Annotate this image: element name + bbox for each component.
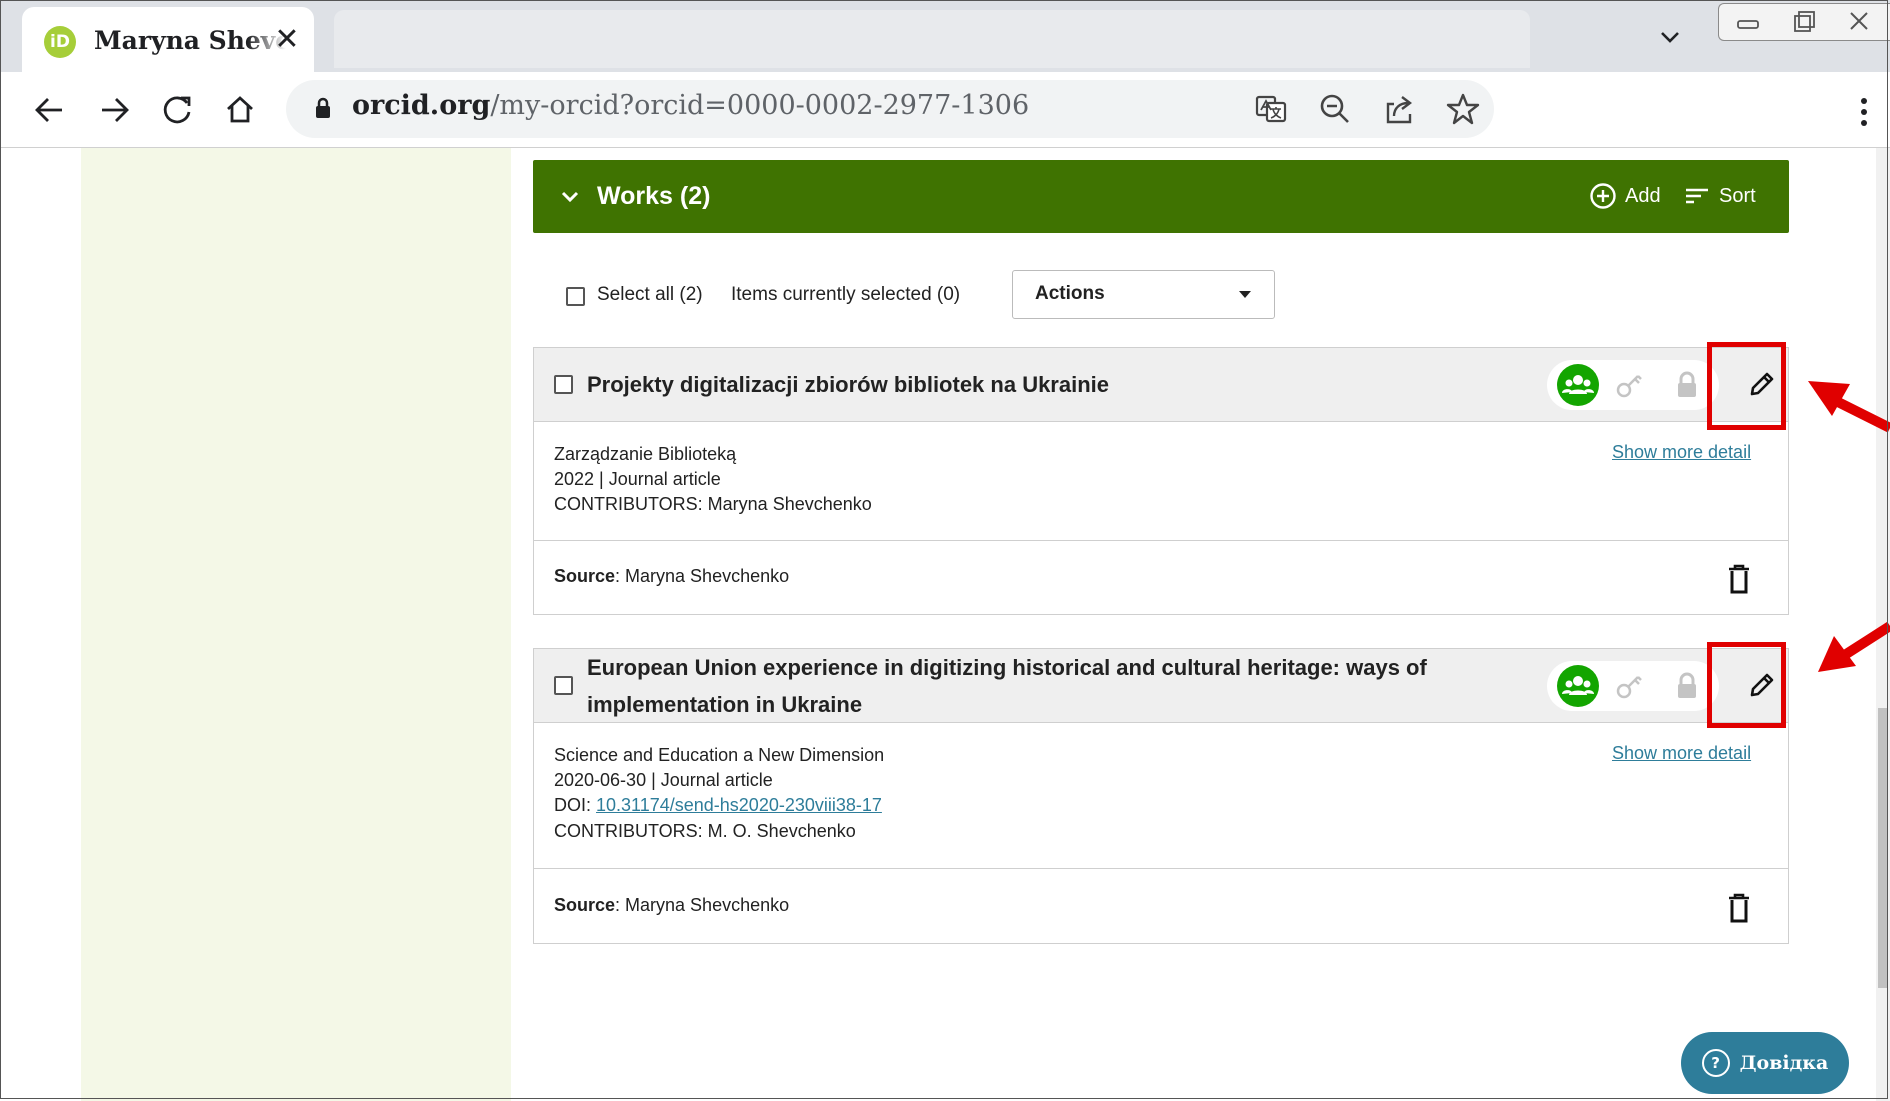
work-select-checkbox[interactable] — [554, 676, 573, 695]
edit-highlight-box — [1707, 342, 1786, 430]
add-work-button[interactable]: Add — [1589, 178, 1661, 214]
star-icon[interactable] — [1444, 90, 1482, 128]
window-close-icon[interactable] — [1831, 4, 1887, 40]
actions-dropdown[interactable]: Actions — [1012, 270, 1275, 319]
work-title: Projekty digitalizacji zbiorów bibliotek… — [587, 372, 1110, 397]
back-arrow-icon[interactable] — [28, 88, 72, 132]
source-label: Source — [554, 895, 616, 915]
work-doi: DOI: 10.31174/send-hs2020-230viii38-17 — [554, 793, 882, 819]
doi-link[interactable]: 10.31174/send-hs2020-230viii38-17 — [596, 795, 882, 815]
work-select-checkbox[interactable] — [554, 375, 573, 394]
browser-toolbar: orcid.org/my-orcid?orcid=0000-0002-2977-… — [0, 72, 1890, 148]
works-section-header: Works (2) Add Sort — [533, 160, 1789, 233]
orcid-favicon: iD — [44, 26, 76, 58]
trash-icon[interactable] — [1724, 562, 1754, 596]
window-controls — [1718, 3, 1890, 41]
work-item-body: Science and Education a New Dimension 20… — [534, 723, 1788, 869]
work-item-body: Zarządzanie Biblioteką 2022 | Journal ar… — [534, 422, 1788, 541]
work-journal: Zarządzanie Biblioteką — [554, 444, 737, 464]
work-contributors: CONTRIBUTORS: Maryna Shevchenko — [554, 494, 872, 514]
page-content: Works (2) Add Sort Select all (2) Items … — [0, 148, 1890, 1101]
home-icon[interactable] — [218, 88, 262, 132]
work-item-header: European Union experience in digitizing … — [534, 649, 1788, 723]
work-title-line-2: implementation in Ukraine — [587, 692, 863, 717]
translate-icon[interactable] — [1252, 90, 1290, 128]
close-icon[interactable]: ✕ — [268, 21, 306, 59]
lock-icon[interactable] — [308, 93, 338, 123]
browser-tab-active[interactable]: iD Maryna Shevchenko ✕ — [22, 7, 314, 72]
left-sidebar-panel — [81, 148, 511, 1101]
tab-search-chevron-icon[interactable] — [1655, 22, 1685, 52]
zoom-icon[interactable] — [1316, 90, 1354, 128]
private-lock-icon[interactable] — [1671, 670, 1703, 702]
public-visibility-icon[interactable] — [1557, 665, 1599, 707]
select-all-checkbox[interactable] — [566, 287, 585, 306]
url-host: orcid.org — [352, 90, 491, 121]
work-date-type: 2022 | Journal article — [554, 469, 721, 489]
work-contributors: CONTRIBUTORS: M. O. Shevchenko — [554, 821, 856, 841]
work-item-header: Projekty digitalizacji zbiorów bibliotek… — [534, 348, 1788, 422]
work-journal: Science and Education a New Dimension — [554, 745, 885, 765]
show-more-detail-link[interactable]: Show more detail — [1612, 442, 1751, 463]
help-button[interactable]: ? Довідка — [1681, 1032, 1849, 1094]
work-date-type: 2020-06-30 | Journal article — [554, 770, 773, 790]
chevron-down-icon[interactable] — [555, 182, 585, 212]
trash-icon[interactable] — [1724, 891, 1754, 925]
trusted-parties-key-icon[interactable] — [1613, 369, 1645, 401]
work-title: European Union experience in digitizing … — [587, 649, 1487, 723]
caret-down-icon — [1239, 291, 1251, 298]
work-item: European Union experience in digitizing … — [533, 648, 1789, 944]
trusted-parties-key-icon[interactable] — [1613, 670, 1645, 702]
share-icon[interactable] — [1380, 90, 1418, 128]
tabstrip-empty-area — [334, 10, 1530, 68]
work-title-line-1: European Union experience in digitizing … — [587, 655, 1427, 680]
address-bar[interactable]: orcid.org/my-orcid?orcid=0000-0002-2977-… — [286, 80, 1494, 138]
show-more-detail-link[interactable]: Show more detail — [1612, 743, 1751, 764]
help-icon: ? — [1701, 1049, 1730, 1077]
restore-icon[interactable] — [1775, 4, 1831, 40]
forward-arrow-icon[interactable] — [92, 88, 136, 132]
reload-icon[interactable] — [155, 88, 199, 132]
annotation-arrow — [1808, 381, 1890, 433]
minimize-icon[interactable] — [1719, 4, 1775, 40]
browser-tabstrip: iD Maryna Shevchenko ✕ — [0, 0, 1890, 72]
url-path: /my-orcid?orcid=0000-0002-2977-1306 — [490, 90, 1030, 121]
help-label: Довідка — [1739, 1052, 1829, 1074]
sort-icon — [1686, 188, 1708, 204]
tab-title: Maryna Shevchenko — [94, 26, 286, 55]
sort-button[interactable]: Sort — [1683, 178, 1756, 214]
public-visibility-icon[interactable] — [1557, 364, 1599, 406]
annotation-arrow — [1818, 621, 1890, 672]
sort-label: Sort — [1719, 184, 1756, 207]
scrollbar-thumb[interactable] — [1878, 708, 1888, 988]
source-value: : Maryna Shevchenko — [615, 895, 790, 915]
doi-label: DOI: — [554, 795, 597, 815]
actions-label: Actions — [1035, 283, 1105, 304]
items-selected-count: Items currently selected (0) — [731, 284, 961, 305]
url-text[interactable]: orcid.org/my-orcid?orcid=0000-0002-2977-… — [352, 90, 1029, 128]
source-value: : Maryna Shevchenko — [615, 566, 790, 586]
add-label: Add — [1625, 184, 1661, 207]
select-all-label[interactable]: Select all (2) — [597, 284, 703, 306]
source-label: Source — [554, 566, 616, 586]
add-circle-icon — [1590, 183, 1616, 209]
work-item: Projekty digitalizacji zbiorów bibliotek… — [533, 347, 1789, 615]
visibility-selector — [1547, 360, 1719, 410]
selection-toolbar: Select all (2) Items currently selected … — [533, 270, 1789, 326]
works-title[interactable]: Works (2) — [597, 180, 710, 213]
browser-menu-icon[interactable] — [1846, 92, 1882, 132]
visibility-selector — [1547, 661, 1719, 711]
work-source: Source: Maryna Shevchenko — [554, 895, 789, 916]
work-source: Source: Maryna Shevchenko — [554, 566, 789, 587]
private-lock-icon[interactable] — [1671, 369, 1703, 401]
edit-highlight-box — [1707, 642, 1786, 728]
